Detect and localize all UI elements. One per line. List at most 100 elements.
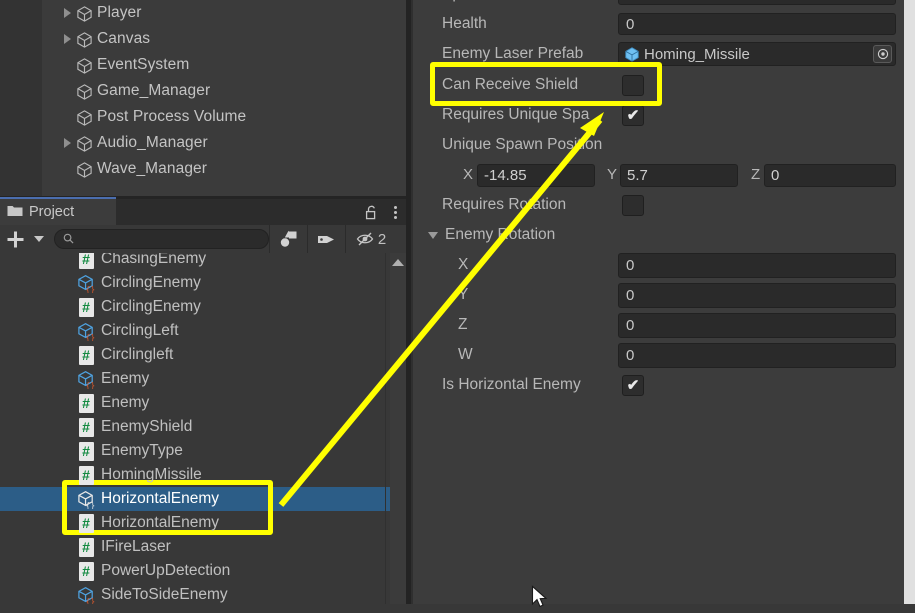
scroll-up-arrow-icon[interactable] [390,255,406,269]
property-label-rotation-z: Z [458,316,468,333]
project-item[interactable]: # IFireLaser [0,535,411,559]
project-list-divider [385,253,386,604]
tab-label: Project [29,204,75,220]
expand-arrow-icon[interactable] [60,26,74,52]
property-value-health[interactable]: 0 [618,13,896,35]
vector-axis-label-z: Z [751,166,761,183]
property-value-rotation-x[interactable]: 0 [618,252,896,278]
property-label-rotation-x: X [458,256,469,273]
project-item[interactable]: {} CirclingEnemy [0,271,411,295]
project-panel: Project 2 # ChasingEnemy {} CirclingEnem… [0,199,411,604]
property-label-rotation-w: W [458,346,473,363]
property-value-speed[interactable]: 2.5 [618,0,896,5]
object-field-enemy-laser-prefab[interactable]: Homing_Missile [618,42,896,66]
hierarchy-panel: Player Canvas EventSystem Game_Manager P… [42,0,411,196]
search-field[interactable] [54,229,269,249]
property-row-rotation-z[interactable]: Z 0 [411,310,915,340]
expand-arrow-icon[interactable] [60,130,74,156]
property-label-is-horizontal-enemy: Is Horizontal Enemy [442,376,581,393]
project-item-horizontalenemy-prefab[interactable]: {} HorizontalEnemy [0,487,411,511]
vector-field-y[interactable]: 5.7 [620,164,738,187]
hidden-objects-toggle[interactable]: 2 [346,225,396,253]
property-value-rotation-y[interactable]: 0 [618,282,896,308]
hierarchy-item-wave-manager[interactable]: Wave_Manager [42,156,411,182]
property-row-unique-spawn-position: Unique Spawn Position [411,130,915,160]
csharp-script-icon: # [76,297,96,317]
property-row-health[interactable]: Health 0 [411,9,915,39]
property-row-speed[interactable]: Speed 2.5 [411,0,915,9]
project-item-label: EnemyType [101,442,183,459]
property-row-rotation-y[interactable]: Y 0 [411,280,915,310]
project-item-label: ChasingEnemy [101,253,207,267]
checkbox-requires-rotation[interactable] [622,194,644,216]
property-value-rotation-w[interactable]: 0 [618,342,896,368]
search-input[interactable] [74,231,260,247]
kebab-menu-icon[interactable] [387,199,403,225]
project-item[interactable]: # ChasingEnemy [0,253,411,271]
chevron-down-icon[interactable] [428,231,438,239]
hierarchy-item-audio-manager[interactable]: Audio_Manager [42,130,411,156]
project-item[interactable]: # HomingMissile [0,463,411,487]
csharp-script-icon: # [76,345,96,365]
expand-arrow-icon[interactable] [60,0,74,26]
property-label-enemy-laser-prefab: Enemy Laser Prefab [442,45,584,62]
project-item[interactable]: # HorizontalEnemy [0,511,411,535]
property-row-enemy-laser-prefab[interactable]: Enemy Laser Prefab Homing_Missile [411,39,915,69]
hierarchy-item-canvas[interactable]: Canvas [42,26,411,52]
tab-project[interactable]: Project [0,199,116,225]
property-label-unique-spawn-position: Unique Spawn Position [442,136,603,153]
filter-by-type-icon[interactable] [270,225,307,253]
project-item[interactable]: {} Enemy [0,367,411,391]
hierarchy-item-label: EventSystem [97,56,190,73]
property-row-requires-rotation[interactable]: Requires Rotation [411,190,915,220]
filter-by-label-icon[interactable] [308,225,345,253]
project-item[interactable]: # EnemyType [0,439,411,463]
project-item-label: CirclingEnemy [101,274,201,291]
checkbox-can-receive-shield[interactable] [622,74,644,96]
prefab-script-icon: {} [76,273,96,293]
hierarchy-item-post-process-volume[interactable]: Post Process Volume [42,104,411,130]
project-item[interactable]: # CirclingEnemy [0,295,411,319]
chevron-down-icon[interactable] [30,225,48,253]
project-item[interactable]: {} CirclingLeft [0,319,411,343]
project-item[interactable]: {} SideToSideEnemy [0,583,411,604]
project-item-label: Enemy [101,394,150,411]
project-item-label: PowerUpDetection [101,562,231,579]
property-label-speed: Speed [411,0,487,3]
property-row-rotation-w[interactable]: W 0 [411,340,915,370]
lock-open-icon[interactable] [361,199,381,225]
unity-editor-window: Player Canvas EventSystem Game_Manager P… [0,0,915,608]
checkbox-is-horizontal-enemy[interactable]: ✔ [622,374,644,396]
checkbox-requires-unique-spawn[interactable]: ✔ [622,104,644,126]
property-label-requires-unique-spawn: Requires Unique Spa [442,106,590,123]
inspector-scrollbar[interactable] [904,0,915,604]
vector-field-z[interactable]: 0 [764,164,896,187]
csharp-script-icon: # [76,537,96,557]
property-row-can-receive-shield[interactable]: Can Receive Shield [411,70,915,100]
add-asset-button[interactable] [0,225,30,253]
prefab-script-icon: {} [76,369,96,389]
vector-field-x[interactable]: -14.85 [477,164,595,187]
project-list-scrollbar[interactable] [390,253,406,604]
hierarchy-item-player[interactable]: Player [42,0,411,26]
project-item-label: CirclingLeft [101,322,179,339]
project-toolbar: 2 [0,225,411,253]
property-value-rotation-z[interactable]: 0 [618,312,896,338]
foldout-enemy-rotation[interactable]: Enemy Rotation [411,220,915,250]
svg-text:{}: {} [85,285,95,293]
hierarchy-item-game-manager[interactable]: Game_Manager [42,78,411,104]
project-item[interactable]: # EnemyShield [0,415,411,439]
vector-axis-label-y: Y [607,166,618,183]
prefab-script-icon: {} [76,585,96,604]
property-row-is-horizontal-enemy[interactable]: Is Horizontal Enemy ✔ [411,370,915,400]
property-row-requires-unique-spawn[interactable]: Requires Unique Spa ✔ [411,100,915,130]
hierarchy-item-eventsystem[interactable]: EventSystem [42,52,411,78]
project-item[interactable]: # Enemy [0,391,411,415]
project-item[interactable]: # PowerUpDetection [0,559,411,583]
project-item[interactable]: # Circlingleft [0,343,411,367]
property-row-rotation-x[interactable]: X 0 [411,250,915,280]
object-field-value: Homing_Missile [644,45,750,63]
hierarchy-item-label: Canvas [97,30,151,47]
object-picker-icon[interactable] [873,45,892,63]
hierarchy-item-label: Post Process Volume [97,108,247,125]
